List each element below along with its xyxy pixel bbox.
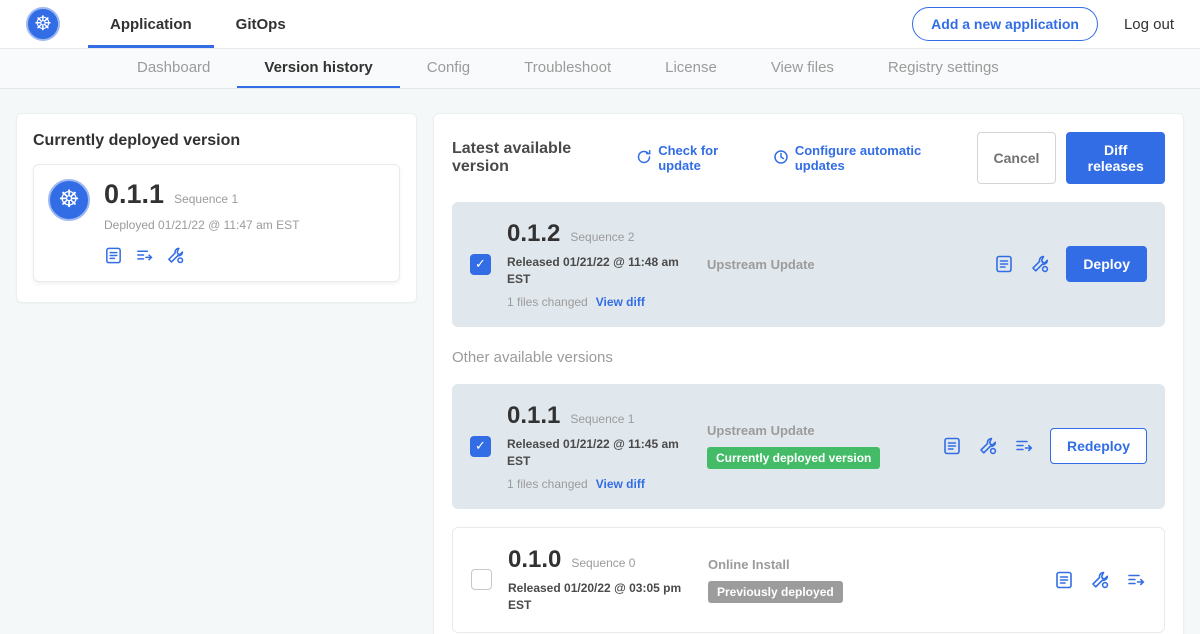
checkmark-icon: ✓	[475, 256, 486, 272]
available-versions-card: Latest available version Check for updat…	[433, 113, 1184, 634]
version-checkbox-unchecked[interactable]	[471, 569, 492, 590]
version-row: 0.1.0 Sequence 0 Released 01/20/22 @ 03:…	[452, 527, 1165, 634]
refresh-icon	[636, 149, 652, 168]
deployed-action-icons	[104, 246, 299, 265]
view-diff-link[interactable]: View diff	[596, 295, 645, 309]
redeploy-button[interactable]: Redeploy	[1050, 428, 1147, 464]
subtab-config-label: Config	[427, 59, 470, 76]
available-header: Latest available version Check for updat…	[452, 132, 1165, 184]
header-buttons: Cancel Diff releases	[977, 132, 1166, 184]
tab-gitops-label: GitOps	[236, 16, 286, 33]
checkmark-icon: ✓	[475, 438, 486, 454]
version-actions: Redeploy	[942, 428, 1147, 464]
view-diff-link[interactable]: View diff	[596, 477, 645, 491]
subtab-view-files[interactable]: View files	[744, 49, 861, 88]
version-source-block: Online Install Previously deployed	[708, 557, 943, 603]
version-source: Upstream Update	[707, 257, 815, 272]
subtab-version-history[interactable]: Version history	[237, 49, 399, 88]
tab-application-label: Application	[110, 16, 192, 33]
diff-releases-button[interactable]: Diff releases	[1066, 132, 1165, 184]
subtab-registry-settings-label: Registry settings	[888, 59, 999, 76]
diff-icon[interactable]	[1014, 436, 1034, 456]
previously-deployed-badge: Previously deployed	[708, 581, 843, 603]
tab-application[interactable]: Application	[88, 0, 214, 48]
configure-updates-link[interactable]: Configure automatic updates	[773, 143, 957, 173]
cancel-button[interactable]: Cancel	[977, 132, 1057, 184]
version-sequence: Sequence 1	[570, 412, 634, 426]
release-notes-icon[interactable]	[942, 436, 962, 456]
subtab-troubleshoot-label: Troubleshoot	[524, 59, 611, 76]
files-changed: 1 files changed	[507, 477, 588, 491]
config-icon[interactable]	[978, 436, 998, 456]
version-info: 0.1.1 Sequence 1 Released 01/21/22 @ 11:…	[507, 402, 707, 491]
version-source: Online Install	[708, 557, 790, 572]
top-navbar: ☸ Application GitOps Add a new applicati…	[0, 0, 1200, 49]
version-actions: Deploy	[994, 246, 1147, 282]
clock-icon	[773, 149, 789, 168]
version-source-block: Upstream Update Currently deployed versi…	[707, 423, 942, 469]
topnav-right: Add a new application Log out	[912, 7, 1174, 41]
subtab-license[interactable]: License	[638, 49, 744, 88]
release-notes-icon[interactable]	[1054, 570, 1074, 590]
version-number: 0.1.0	[508, 546, 561, 574]
version-checkbox-checked[interactable]: ✓	[470, 436, 491, 457]
version-row: ✓ 0.1.2 Sequence 2 Released 01/21/22 @ 1…	[452, 202, 1165, 327]
subtab-registry-settings[interactable]: Registry settings	[861, 49, 1026, 88]
main-content: Currently deployed version ☸ 0.1.1 Seque…	[0, 89, 1200, 634]
tab-gitops[interactable]: GitOps	[214, 0, 308, 48]
top-tabs: Application GitOps	[88, 0, 308, 48]
subtab-config[interactable]: Config	[400, 49, 497, 88]
subtab-troubleshoot[interactable]: Troubleshoot	[497, 49, 638, 88]
deployed-card-title: Currently deployed version	[33, 132, 400, 150]
deployed-sequence: Sequence 1	[174, 192, 238, 206]
config-icon[interactable]	[1090, 570, 1110, 590]
kubernetes-logo-icon: ☸	[26, 7, 60, 41]
release-notes-icon[interactable]	[104, 246, 123, 265]
version-number: 0.1.2	[507, 220, 560, 248]
check-for-update-link[interactable]: Check for update	[636, 143, 753, 173]
version-sequence: Sequence 0	[571, 556, 635, 570]
deployed-timestamp: Deployed 01/21/22 @ 11:47 am EST	[104, 218, 299, 232]
version-released: Released 01/20/22 @ 03:05 pm EST	[508, 580, 688, 615]
helm-glyph: ☸	[58, 188, 80, 212]
other-versions-label: Other available versions	[452, 349, 1165, 366]
subtab-version-history-label: Version history	[264, 59, 372, 76]
check-for-update-label: Check for update	[658, 143, 753, 173]
version-sequence: Sequence 2	[570, 230, 634, 244]
version-number: 0.1.1	[507, 402, 560, 430]
sub-navbar: Dashboard Version history Config Trouble…	[0, 49, 1200, 89]
subtab-view-files-label: View files	[771, 59, 834, 76]
currently-deployed-card: Currently deployed version ☸ 0.1.1 Seque…	[16, 113, 417, 303]
subtab-dashboard-label: Dashboard	[137, 59, 210, 76]
diff-icon[interactable]	[1126, 570, 1146, 590]
configure-updates-label: Configure automatic updates	[795, 143, 957, 173]
subtab-license-label: License	[665, 59, 717, 76]
version-source: Upstream Update	[707, 423, 815, 438]
version-checkbox-checked[interactable]: ✓	[470, 254, 491, 275]
config-icon[interactable]	[1030, 254, 1050, 274]
files-changed: 1 files changed	[507, 295, 588, 309]
subtab-dashboard[interactable]: Dashboard	[110, 49, 237, 88]
deployed-version-card: ☸ 0.1.1 Sequence 1 Deployed 01/21/22 @ 1…	[33, 164, 400, 282]
deployed-version-number: 0.1.1	[104, 179, 164, 210]
version-actions	[1054, 570, 1146, 590]
version-source-block: Upstream Update	[707, 257, 942, 272]
add-application-button[interactable]: Add a new application	[912, 7, 1098, 41]
deploy-button[interactable]: Deploy	[1066, 246, 1147, 282]
config-icon[interactable]	[166, 246, 185, 265]
available-title: Latest available version	[452, 140, 616, 176]
deployed-version-info: 0.1.1 Sequence 1 Deployed 01/21/22 @ 11:…	[104, 179, 299, 265]
logout-link[interactable]: Log out	[1124, 16, 1174, 33]
app-icon: ☸	[48, 179, 90, 221]
release-notes-icon[interactable]	[994, 254, 1014, 274]
version-info: 0.1.0 Sequence 0 Released 01/20/22 @ 03:…	[508, 546, 708, 615]
version-info: 0.1.2 Sequence 2 Released 01/21/22 @ 11:…	[507, 220, 707, 309]
version-row: ✓ 0.1.1 Sequence 1 Released 01/21/22 @ 1…	[452, 384, 1165, 509]
diff-icon[interactable]	[135, 246, 154, 265]
helm-glyph: ☸	[34, 14, 52, 34]
currently-deployed-badge: Currently deployed version	[707, 447, 880, 469]
version-released: Released 01/21/22 @ 11:48 am EST	[507, 254, 687, 289]
version-released: Released 01/21/22 @ 11:45 am EST	[507, 436, 687, 471]
